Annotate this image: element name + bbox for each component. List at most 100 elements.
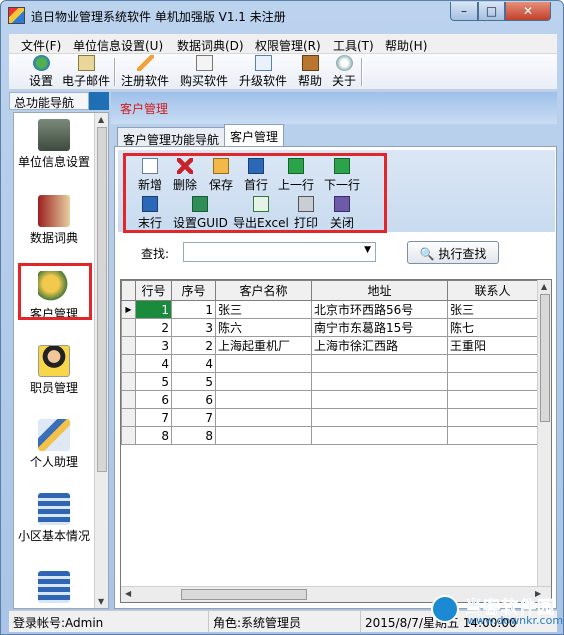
- table-cell[interactable]: 8: [135, 426, 172, 445]
- add-button[interactable]: 新增: [138, 158, 162, 193]
- nav-item-community[interactable]: 小区基本情况: [14, 493, 94, 543]
- tab-customer-nav[interactable]: 客户管理功能导航: [117, 127, 226, 147]
- table-cell[interactable]: 1: [135, 300, 172, 319]
- menu-tools[interactable]: 工具(T): [333, 37, 374, 54]
- grid-vscroll-thumb[interactable]: [540, 294, 550, 422]
- scroll-up-icon[interactable]: ▲: [98, 115, 104, 124]
- table-cell[interactable]: 3: [171, 318, 216, 337]
- table-cell[interactable]: 南宁市东葛路15号: [311, 318, 448, 337]
- table-row[interactable]: 3 2 上海起重机厂 上海市徐汇西路 王重阳: [121, 336, 538, 355]
- column-header[interactable]: 地址: [311, 280, 448, 301]
- table-cell[interactable]: 上海市徐汇西路: [311, 336, 448, 355]
- toolbar-about-button[interactable]: 关于: [332, 55, 356, 89]
- tab-customer-management[interactable]: 客户管理: [224, 124, 285, 147]
- nav-item-staff[interactable]: 职员管理: [14, 345, 94, 395]
- scroll-up-icon[interactable]: ▲: [541, 282, 547, 291]
- nav-item-assistant[interactable]: 个人助理: [14, 419, 94, 469]
- table-cell[interactable]: 陈七: [447, 318, 538, 337]
- table-cell[interactable]: 5: [135, 372, 172, 391]
- nav-item-unit-info[interactable]: 单位信息设置: [14, 119, 94, 169]
- column-header[interactable]: 行号: [135, 280, 172, 301]
- menu-dictionary[interactable]: 数据词典(D): [177, 37, 244, 54]
- table-cell[interactable]: 张三: [447, 300, 538, 319]
- grid-vertical-scrollbar[interactable]: ▲: [537, 280, 551, 586]
- table-cell[interactable]: [215, 372, 312, 391]
- table-cell[interactable]: 4: [135, 354, 172, 373]
- table-row[interactable]: 7 7: [121, 408, 538, 427]
- table-cell[interactable]: [311, 426, 448, 445]
- table-cell[interactable]: [447, 408, 538, 427]
- table-cell[interactable]: 7: [135, 408, 172, 427]
- column-header[interactable]: 联系人: [447, 280, 538, 301]
- table-cell[interactable]: [311, 372, 448, 391]
- table-cell[interactable]: [447, 426, 538, 445]
- nav-item-dictionary[interactable]: 数据词典: [14, 195, 94, 245]
- table-cell[interactable]: [311, 390, 448, 409]
- close-window-button[interactable]: ✕: [505, 2, 551, 21]
- nav-scroll-thumb[interactable]: [97, 127, 107, 472]
- delete-button[interactable]: 删除: [173, 158, 197, 193]
- table-row[interactable]: ▶ 1 1 张三 北京市环西路56号 张三: [121, 300, 538, 319]
- table-row[interactable]: 6 6: [121, 390, 538, 409]
- table-cell[interactable]: 2: [135, 318, 172, 337]
- table-cell[interactable]: 1: [171, 300, 216, 319]
- print-button[interactable]: 打印: [294, 196, 318, 231]
- prev-row-button[interactable]: 上一行: [278, 158, 314, 193]
- table-cell[interactable]: 5: [171, 372, 216, 391]
- table-cell[interactable]: 8: [171, 426, 216, 445]
- table-cell[interactable]: [447, 354, 538, 373]
- table-cell[interactable]: [311, 354, 448, 373]
- menu-file[interactable]: 文件(F): [21, 37, 61, 54]
- maximize-button[interactable]: □: [478, 2, 505, 21]
- minimize-button[interactable]: –: [450, 2, 478, 21]
- table-cell[interactable]: 6: [171, 390, 216, 409]
- scroll-left-icon[interactable]: ◀: [125, 589, 131, 598]
- toolbar-upgrade-button[interactable]: 升级软件: [239, 55, 287, 89]
- table-cell[interactable]: 王重阳: [447, 336, 538, 355]
- table-cell[interactable]: [311, 408, 448, 427]
- table-cell[interactable]: 3: [135, 336, 172, 355]
- toolbar-buy-button[interactable]: 购买软件: [180, 55, 228, 89]
- export-excel-button[interactable]: 导出Excel: [233, 196, 289, 231]
- table-cell[interactable]: 7: [171, 408, 216, 427]
- toolbar-email-button[interactable]: 电子邮件: [62, 55, 110, 89]
- table-cell[interactable]: 陈六: [215, 318, 312, 337]
- table-cell[interactable]: [215, 390, 312, 409]
- scroll-down-icon[interactable]: ▼: [98, 597, 104, 606]
- table-row[interactable]: 8 8: [121, 426, 538, 445]
- toolbar-help-button[interactable]: 帮助: [298, 55, 322, 89]
- table-cell[interactable]: 北京市环西路56号: [311, 300, 448, 319]
- toolbar-settings-button[interactable]: 设置: [29, 55, 53, 89]
- column-header[interactable]: 序号: [171, 280, 216, 301]
- table-cell[interactable]: [215, 408, 312, 427]
- menu-help[interactable]: 帮助(H): [385, 37, 427, 54]
- table-cell[interactable]: 4: [171, 354, 216, 373]
- nav-item-more[interactable]: [14, 571, 94, 607]
- table-cell[interactable]: 上海起重机厂: [215, 336, 312, 355]
- toolbar-register-button[interactable]: 注册软件: [121, 55, 169, 89]
- search-dropdown[interactable]: ▼: [183, 242, 376, 262]
- table-cell[interactable]: [447, 390, 538, 409]
- table-row[interactable]: 5 5: [121, 372, 538, 391]
- table-cell[interactable]: 张三: [215, 300, 312, 319]
- menu-unit-settings[interactable]: 单位信息设置(U): [73, 37, 163, 54]
- set-guid-button[interactable]: 设置GUID: [173, 196, 228, 231]
- table-cell[interactable]: 2: [171, 336, 216, 355]
- execute-search-button[interactable]: 🔍 执行查找: [407, 241, 499, 264]
- table-row[interactable]: 2 3 陈六 南宁市东葛路15号 陈七: [121, 318, 538, 337]
- table-cell[interactable]: [215, 426, 312, 445]
- table-row[interactable]: 4 4: [121, 354, 538, 373]
- table-cell[interactable]: [447, 372, 538, 391]
- column-header[interactable]: 客户名称: [215, 280, 312, 301]
- save-button[interactable]: 保存: [209, 158, 233, 193]
- menu-permissions[interactable]: 权限管理(R): [255, 37, 321, 54]
- table-cell[interactable]: [215, 354, 312, 373]
- close-button[interactable]: 关闭: [330, 196, 354, 231]
- next-row-button[interactable]: 下一行: [324, 158, 360, 193]
- chevron-down-icon[interactable]: ▼: [364, 245, 371, 255]
- nav-scrollbar[interactable]: ▲ ▼: [94, 113, 108, 608]
- table-cell[interactable]: 6: [135, 390, 172, 409]
- first-row-button[interactable]: 首行: [244, 158, 268, 193]
- last-row-button[interactable]: 末行: [138, 196, 162, 231]
- grid-hscroll-thumb[interactable]: [181, 589, 307, 600]
